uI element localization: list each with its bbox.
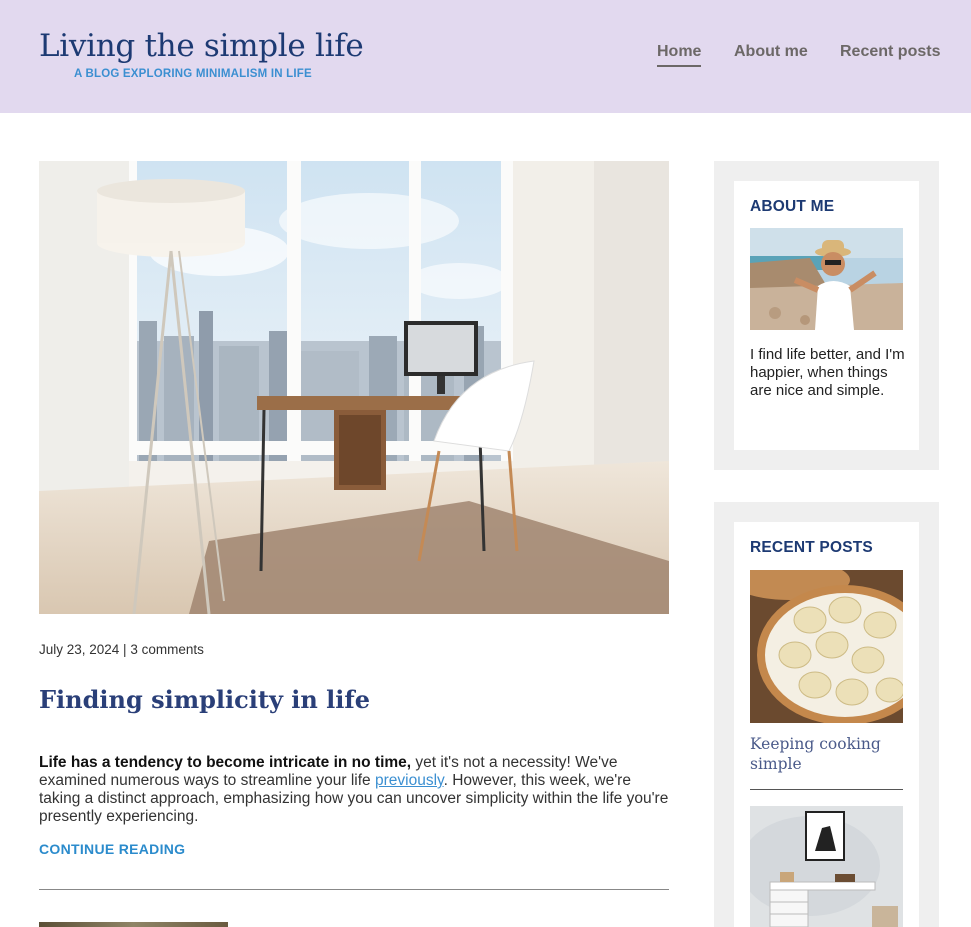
about-me-card: ABOUT ME I find life better, and I'm hap… xyxy=(734,181,919,450)
recent-post-title[interactable]: Keeping cooking simple xyxy=(750,734,900,774)
nav-home-link[interactable]: Home xyxy=(657,43,702,67)
next-post-image[interactable] xyxy=(39,922,228,927)
recent-post-image-2[interactable] xyxy=(750,806,903,927)
post-excerpt-lead: Life has a tendency to become intricate … xyxy=(39,754,412,771)
nav-recent-posts-link[interactable]: Recent posts xyxy=(840,43,940,63)
post-divider xyxy=(39,889,669,890)
site-header: Living the simple life A BLOG EXPLORING … xyxy=(0,0,971,113)
about-me-widget: ABOUT ME I find life better, and I'm hap… xyxy=(714,161,939,470)
nav-about-me-link[interactable]: About me xyxy=(734,43,808,63)
recent-posts-card: RECENT POSTS Keeping cooking simple xyxy=(734,522,919,927)
site-tagline: A BLOG EXPLORING MINIMALISM IN LIFE xyxy=(74,68,312,80)
post-title[interactable]: Finding simplicity in life xyxy=(39,685,370,714)
post-featured-image[interactable] xyxy=(39,161,669,614)
continue-reading-link[interactable]: CONTINUE READING xyxy=(39,841,185,857)
recent-posts-widget: RECENT POSTS Keeping cooking simple xyxy=(714,502,939,927)
site-title[interactable]: Living the simple life xyxy=(39,28,364,64)
post-excerpt: Life has a tendency to become intricate … xyxy=(39,754,669,826)
recent-post-image[interactable] xyxy=(750,570,903,723)
post-meta: July 23, 2024 | 3 comments xyxy=(39,642,204,657)
about-me-photo xyxy=(750,228,903,330)
previously-link[interactable]: previously xyxy=(375,772,444,789)
recent-posts-heading: RECENT POSTS xyxy=(750,539,873,556)
about-me-text: I find life better, and I'm happier, whe… xyxy=(750,346,905,399)
about-me-heading: ABOUT ME xyxy=(750,198,835,215)
recent-posts-divider xyxy=(750,789,903,790)
